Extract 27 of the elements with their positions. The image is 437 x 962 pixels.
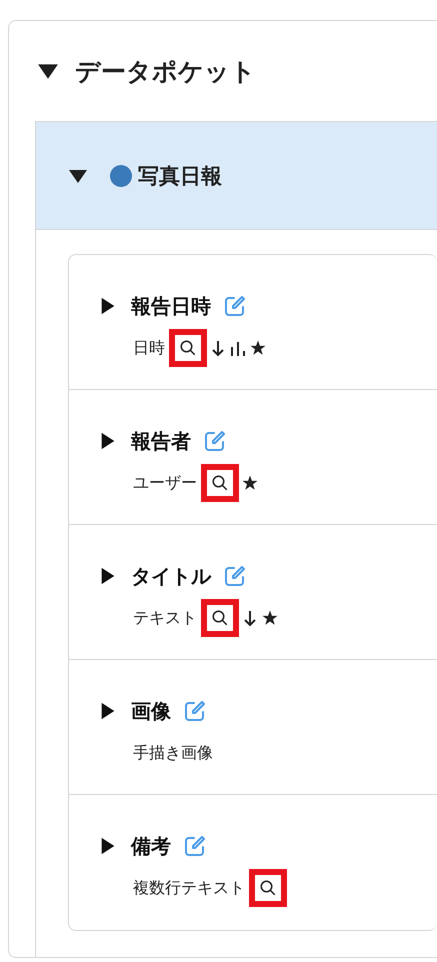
search-icon[interactable] [201,599,239,637]
search-icon[interactable] [201,464,239,502]
edit-icon[interactable] [223,294,247,318]
field-type: テキスト [133,608,197,628]
search-icon[interactable] [249,869,287,907]
search-icon[interactable] [169,329,207,367]
expand-triangle-icon[interactable] [99,432,117,450]
field-name: 備考 [131,832,171,860]
field-name: タイトル [131,562,211,590]
field-type: ユーザー [133,472,197,494]
edit-icon[interactable] [183,834,207,858]
edit-icon[interactable] [223,564,247,588]
edit-icon[interactable] [183,699,207,723]
group-title: 写真日報 [138,162,222,190]
expand-triangle-icon[interactable] [99,297,117,315]
field-name: 報告日時 [131,292,211,320]
expand-triangle-icon[interactable] [99,567,117,585]
field-type: 日時 [133,338,165,358]
section-title: データポケット [75,56,256,88]
field-type: 手描き画像 [133,742,213,764]
expand-triangle-icon[interactable] [99,837,117,855]
field-type: 複数行テキスト [133,878,245,898]
field-name: 報告者 [131,428,191,454]
edit-icon[interactable] [203,429,227,453]
field-name: 画像 [131,698,171,724]
expand-triangle-icon[interactable] [99,702,117,720]
group-header[interactable]: 写真日報 [36,122,437,230]
